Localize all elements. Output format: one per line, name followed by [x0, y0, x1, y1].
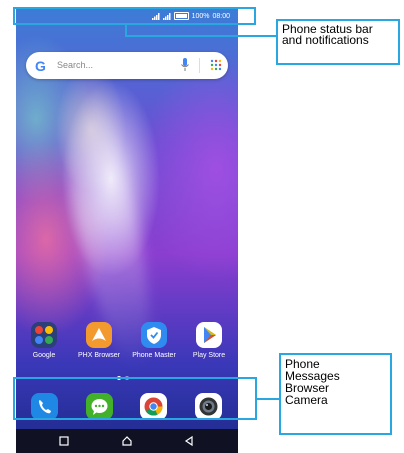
back-icon[interactable] [182, 434, 196, 448]
home-apps-row: Google PHX Browser Phone Master Play Sto… [16, 322, 238, 368]
app-phone-master[interactable]: Phone Master [129, 322, 179, 359]
search-placeholder: Search... [57, 60, 94, 70]
search-divider [199, 58, 200, 73]
google-search-bar[interactable]: G Search... [26, 52, 228, 79]
apps-grid-icon[interactable] [210, 59, 222, 71]
mic-icon[interactable] [180, 58, 190, 72]
connector-line [125, 35, 277, 37]
google-folder-icon [31, 322, 57, 348]
callout-text: Phone status bar and notifications [282, 22, 373, 47]
play-store-icon [196, 322, 222, 348]
app-label: Phone Master [132, 352, 176, 359]
home-icon[interactable] [120, 434, 134, 448]
phx-browser-icon [86, 322, 112, 348]
app-label: Play Store [192, 352, 226, 359]
app-phx-browser[interactable]: PHX Browser [74, 322, 124, 359]
dock-highlight [13, 377, 257, 420]
status-bar-callout: Phone status bar and notifications [276, 19, 400, 65]
app-label: PHX Browser [77, 352, 120, 359]
square-icon[interactable] [57, 434, 71, 448]
app-label: Google [32, 352, 56, 359]
phone-master-icon [141, 322, 167, 348]
app-google[interactable]: Google [19, 322, 69, 359]
status-bar-highlight [13, 7, 256, 25]
navigation-bar [16, 429, 238, 453]
app-play-store[interactable]: Play Store [184, 322, 234, 359]
dock-callout: Phone Messages Browser Camera [279, 353, 392, 435]
callout-text-camera: Camera [285, 393, 328, 407]
google-g-icon: G [35, 58, 46, 74]
connector-line [257, 398, 279, 400]
